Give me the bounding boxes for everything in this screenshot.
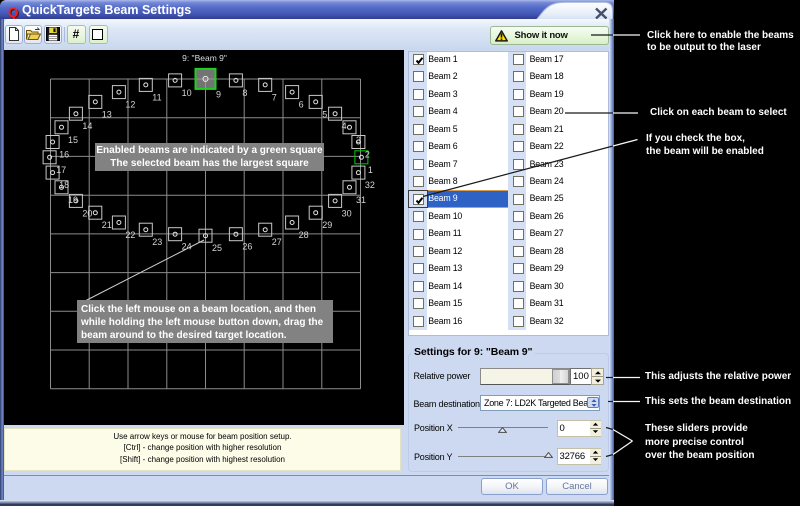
svg-text:5: 5 [322,109,327,119]
svg-text:4: 4 [341,121,346,131]
svg-text:16: 16 [59,150,69,160]
svg-text:8: 8 [242,88,247,98]
svg-text:31: 31 [356,195,366,205]
svg-text:3: 3 [356,135,361,145]
svg-text:9: 9 [216,90,221,100]
svg-text:13: 13 [101,109,111,119]
svg-text:23: 23 [152,237,162,247]
svg-text:10: 10 [181,88,191,98]
svg-text:19: 19 [68,195,78,205]
svg-text:30: 30 [341,208,351,218]
svg-text:14: 14 [82,121,92,131]
svg-text:11: 11 [152,92,161,102]
svg-text:18: 18 [59,180,69,190]
svg-text:12: 12 [125,100,135,110]
svg-text:22: 22 [125,230,135,240]
svg-text:27: 27 [271,237,281,247]
svg-text:2: 2 [364,150,369,160]
svg-text:15: 15 [68,135,78,145]
svg-text:17: 17 [56,165,66,175]
svg-text:20: 20 [82,208,92,218]
svg-text:25: 25 [212,243,222,253]
svg-text:28: 28 [298,230,308,240]
svg-text:29: 29 [322,220,332,230]
svg-text:1: 1 [367,165,372,175]
svg-text:26: 26 [242,242,252,252]
svg-text:24: 24 [181,242,191,252]
svg-text:32: 32 [364,180,374,190]
svg-text:6: 6 [298,100,303,110]
svg-text:21: 21 [101,220,111,230]
svg-text:7: 7 [271,92,276,102]
